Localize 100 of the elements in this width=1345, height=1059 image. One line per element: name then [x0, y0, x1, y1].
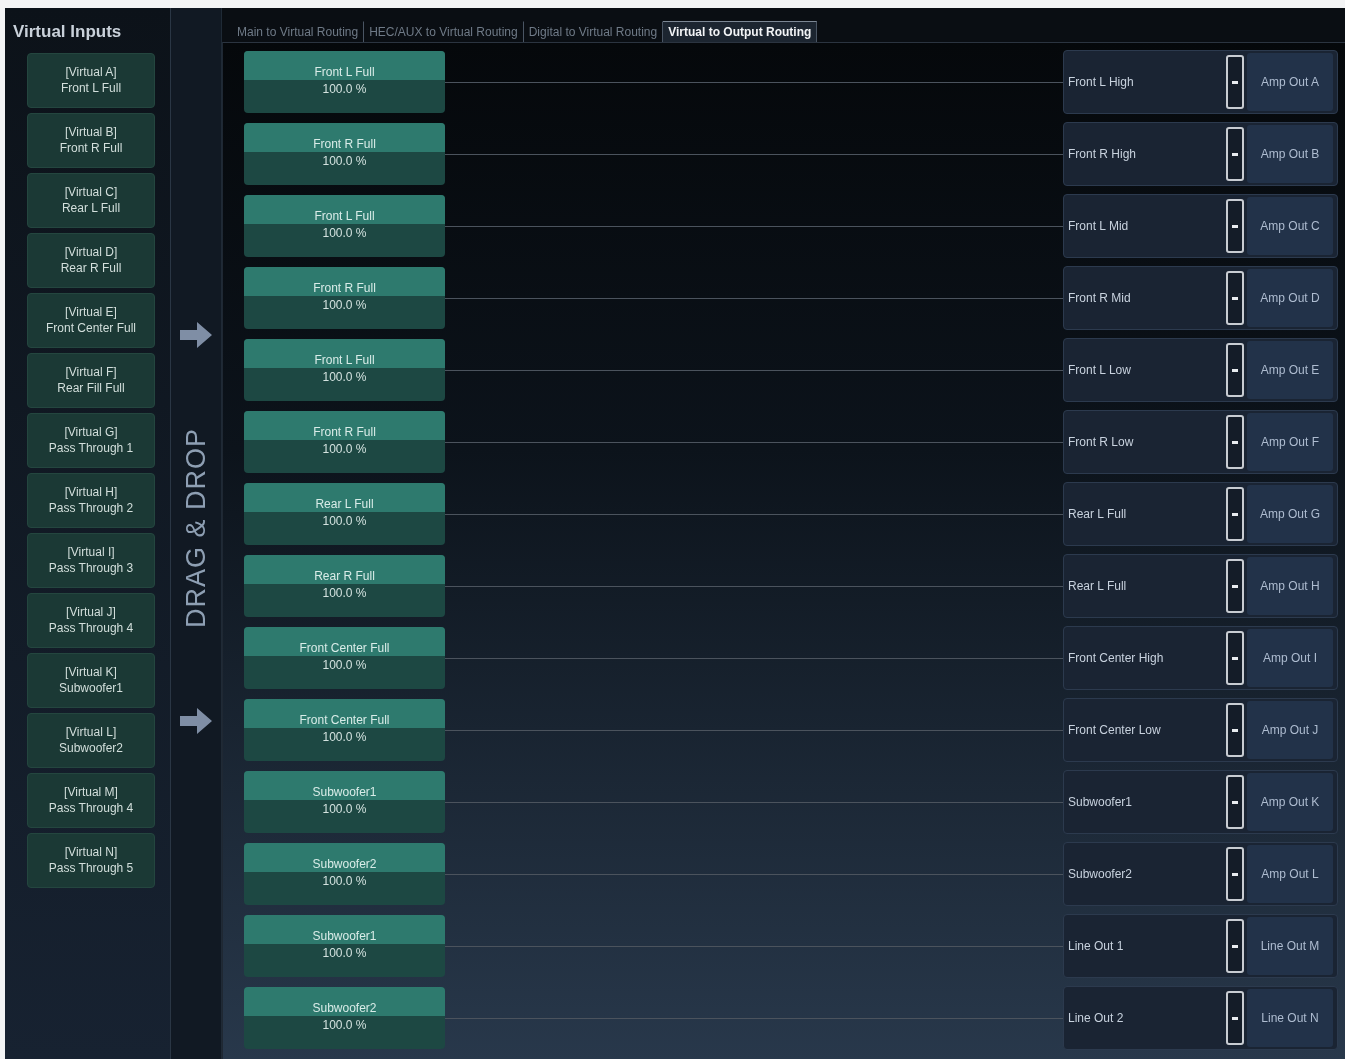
dash-icon: [1232, 800, 1238, 804]
virtual-input-button[interactable]: [Virtual E] Front Center Full: [27, 293, 155, 348]
virtual-input-button[interactable]: [Virtual J] Pass Through 4: [27, 593, 155, 648]
source-block[interactable]: Front Center Full 100.0 %: [244, 627, 445, 689]
gain-value: 100.0 %: [322, 802, 367, 816]
destination-cell[interactable]: Amp Out F: [1247, 413, 1333, 471]
dash-icon: [1232, 512, 1238, 516]
source-block[interactable]: Front R Full 100.0 %: [244, 267, 445, 329]
source-block[interactable]: Subwoofer1 100.0 %: [244, 771, 445, 833]
virtual-input-button[interactable]: [Virtual F] Rear Fill Full: [27, 353, 155, 408]
dropdown-button[interactable]: [1226, 343, 1244, 397]
gain-value: 100.0 %: [322, 154, 367, 168]
source-block[interactable]: Subwoofer2 100.0 %: [244, 843, 445, 905]
destination-cell[interactable]: Line Out M: [1247, 917, 1333, 975]
gain-value: 100.0 %: [322, 370, 367, 384]
output-channel-label: Front Center High: [1068, 651, 1165, 665]
output-channel-label: Front R High: [1068, 147, 1138, 161]
gain-value: 100.0 %: [322, 946, 367, 960]
dropdown-button[interactable]: [1226, 415, 1244, 469]
destination-cell[interactable]: Amp Out D: [1247, 269, 1333, 327]
dash-icon: [1232, 1016, 1238, 1020]
source-block[interactable]: Front R Full 100.0 %: [244, 411, 445, 473]
virtual-input-button[interactable]: [Virtual B] Front R Full: [27, 113, 155, 168]
dropdown-button[interactable]: [1226, 847, 1244, 901]
destination-cell[interactable]: Amp Out C: [1247, 197, 1333, 255]
drag-drop-label: DRAG & DROP: [180, 428, 212, 629]
destination-cell[interactable]: Amp Out E: [1247, 341, 1333, 399]
output-channel-label: Line Out 1: [1068, 939, 1125, 953]
dropdown-button[interactable]: [1226, 55, 1244, 109]
destination-cell[interactable]: Amp Out G: [1247, 485, 1333, 543]
source-block[interactable]: Front L Full 100.0 %: [244, 195, 445, 257]
output-channel-label: Line Out 2: [1068, 1011, 1125, 1025]
dropdown-button[interactable]: [1226, 703, 1244, 757]
dash-icon: [1232, 224, 1238, 228]
dropdown-button[interactable]: [1226, 631, 1244, 685]
source-name: Front L Full: [244, 195, 445, 224]
source-name: Front Center Full: [244, 627, 445, 656]
output-channel-label: Front L Low: [1068, 363, 1132, 377]
output-channel-label: Rear L Full: [1068, 579, 1128, 593]
virtual-input-button[interactable]: [Virtual K] Subwoofer1: [27, 653, 155, 708]
virtual-input-button[interactable]: [Virtual C] Rear L Full: [27, 173, 155, 228]
dropdown-button[interactable]: [1226, 271, 1244, 325]
source-block[interactable]: Front Center Full 100.0 %: [244, 699, 445, 761]
source-block[interactable]: Subwoofer1 100.0 %: [244, 915, 445, 977]
virtual-input-button[interactable]: [Virtual H] Pass Through 2: [27, 473, 155, 528]
source-name: Rear L Full: [244, 483, 445, 512]
source-name: Subwoofer1: [244, 771, 445, 800]
dropdown-button[interactable]: [1226, 919, 1244, 973]
output-channel-label: Subwoofer2: [1068, 867, 1134, 881]
gain-value: 100.0 %: [322, 874, 367, 888]
output-channel-label: Front L Mid: [1068, 219, 1130, 233]
destination-cell[interactable]: Amp Out J: [1247, 701, 1333, 759]
arrow-right-icon: [180, 708, 212, 735]
dropdown-button[interactable]: [1226, 487, 1244, 541]
source-block[interactable]: Front R Full 100.0 %: [244, 123, 445, 185]
gain-value: 100.0 %: [322, 82, 367, 96]
dash-icon: [1232, 80, 1238, 84]
gain-value: 100.0 %: [322, 586, 367, 600]
source-block[interactable]: Front L Full 100.0 %: [244, 51, 445, 113]
virtual-input-button[interactable]: [Virtual G] Pass Through 1: [27, 413, 155, 468]
virtual-input-button[interactable]: [Virtual N] Pass Through 5: [27, 833, 155, 888]
dash-icon: [1232, 728, 1238, 732]
output-channel-label: Front R Mid: [1068, 291, 1132, 305]
virtual-input-button[interactable]: [Virtual M] Pass Through 4: [27, 773, 155, 828]
gain-value: 100.0 %: [322, 226, 367, 240]
source-block[interactable]: Rear R Full 100.0 %: [244, 555, 445, 617]
destination-cell[interactable]: Amp Out H: [1247, 557, 1333, 615]
dash-icon: [1232, 296, 1238, 300]
gain-value: 100.0 %: [322, 514, 367, 528]
source-name: Front Center Full: [244, 699, 445, 728]
dropdown-button[interactable]: [1226, 199, 1244, 253]
destination-cell[interactable]: Amp Out B: [1247, 125, 1333, 183]
destination-cell[interactable]: Amp Out K: [1247, 773, 1333, 831]
dropdown-button[interactable]: [1226, 127, 1244, 181]
source-block[interactable]: Rear L Full 100.0 %: [244, 483, 445, 545]
gain-value: 100.0 %: [322, 1018, 367, 1032]
dash-icon: [1232, 944, 1238, 948]
destination-cell[interactable]: Amp Out A: [1247, 53, 1333, 111]
source-name: Front L Full: [244, 51, 445, 80]
dash-icon: [1232, 656, 1238, 660]
source-name: Front R Full: [244, 267, 445, 296]
dash-icon: [1232, 584, 1238, 588]
source-name: Rear R Full: [244, 555, 445, 584]
virtual-input-button[interactable]: [Virtual A] Front L Full: [27, 53, 155, 108]
destination-cell[interactable]: Line Out N: [1247, 989, 1333, 1047]
source-block[interactable]: Subwoofer2 100.0 %: [244, 987, 445, 1049]
tab[interactable]: Virtual to Output Routing: [663, 21, 818, 42]
dropdown-button[interactable]: [1226, 991, 1244, 1045]
source-block[interactable]: Front L Full 100.0 %: [244, 339, 445, 401]
dash-icon: [1232, 440, 1238, 444]
destination-cell[interactable]: Amp Out L: [1247, 845, 1333, 903]
dropdown-button[interactable]: [1226, 775, 1244, 829]
virtual-input-button[interactable]: [Virtual D] Rear R Full: [27, 233, 155, 288]
output-channel-label: Subwoofer1: [1068, 795, 1134, 809]
virtual-input-button[interactable]: [Virtual I] Pass Through 3: [27, 533, 155, 588]
virtual-input-button[interactable]: [Virtual L] Subwoofer2: [27, 713, 155, 768]
output-channel-label: Front Center Low: [1068, 723, 1162, 737]
source-name: Front R Full: [244, 123, 445, 152]
dropdown-button[interactable]: [1226, 559, 1244, 613]
destination-cell[interactable]: Amp Out I: [1247, 629, 1333, 687]
